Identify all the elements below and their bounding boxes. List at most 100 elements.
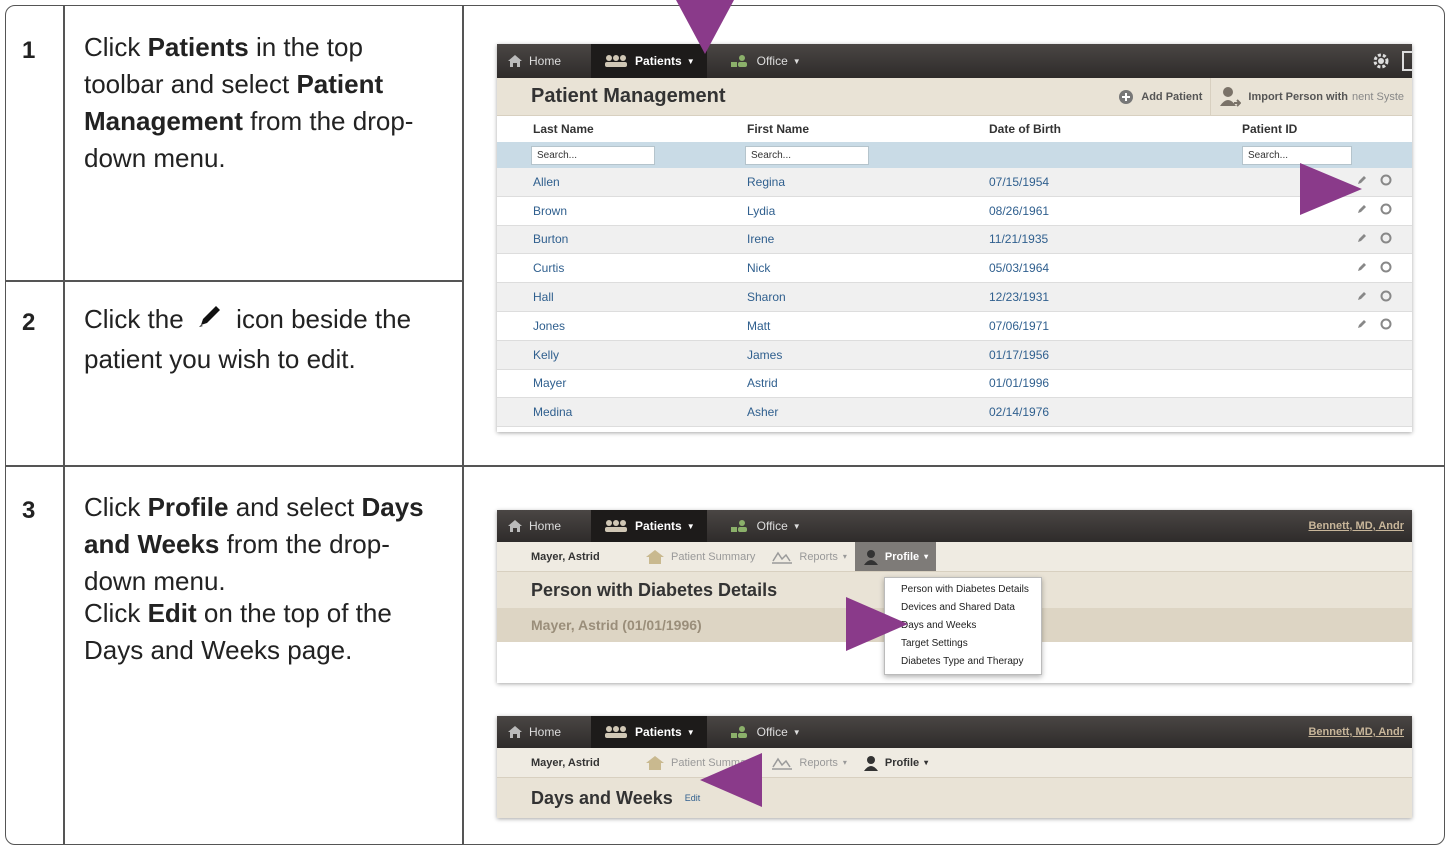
nav-patients[interactable]: Patients ▼ [591,510,707,542]
table-row[interactable]: Burton Irene 11/21/1935 [497,225,1412,255]
delete-icon[interactable] [1380,232,1392,247]
first-name-cell[interactable]: James [747,348,782,362]
menu-item-diabetes-type[interactable]: Diabetes Type and Therapy [885,653,1041,671]
first-name-cell[interactable]: Sharon [747,290,786,304]
edit-pencil-icon[interactable] [1356,261,1368,276]
dob-cell[interactable]: 12/23/1931 [989,290,1049,304]
dob-cell[interactable]: 01/01/1996 [989,376,1049,390]
dob-cell[interactable]: 02/14/1976 [989,405,1049,419]
column-patient-id[interactable]: Patient ID [1242,122,1297,136]
nav-home-label: Home [529,519,562,533]
gear-icon[interactable] [1372,52,1390,70]
step-text-bold: Profile [147,492,229,522]
table-row[interactable]: Hall Sharon 12/23/1931 [497,283,1412,312]
user-link[interactable]: Bennett, MD, Andr [1308,726,1412,738]
first-name-cell[interactable]: Asher [747,405,778,419]
first-name-cell[interactable]: Regina [747,175,785,189]
column-first-name[interactable]: First Name [747,122,809,136]
nav-office-label: Office [756,725,788,739]
import-person-label: Import Person with [1248,91,1349,103]
column-divider [462,6,464,844]
nav-office[interactable]: Office ▼ [717,510,813,542]
dob-cell[interactable]: 08/26/1961 [989,204,1049,218]
first-name-search-input[interactable]: Search... [745,145,869,165]
import-person-button[interactable]: Import Person with nent Syste [1210,78,1412,116]
menu-item-days-and-weeks[interactable]: Days and Weeks [885,617,1041,635]
table-row[interactable]: Curtis Nick 05/03/1964 [497,254,1412,284]
add-patient-label: Add Patient [1141,91,1203,103]
callout-arrow-right [846,597,908,651]
column-divider [63,6,65,844]
delete-icon[interactable] [1380,261,1392,276]
add-patient-button[interactable]: Add Patient [1110,78,1210,116]
office-icon [729,725,751,739]
last-name-cell[interactable]: Kelly [533,348,559,362]
first-name-cell[interactable]: Matt [747,319,770,333]
last-name-cell[interactable]: Curtis [533,261,564,275]
table-row[interactable]: Allen Regina 07/15/1954 [497,168,1412,197]
table-row[interactable]: Kelly James 01/17/1956 [497,340,1412,370]
user-link[interactable]: Bennett, MD, Andr [1308,520,1412,532]
nav-office[interactable]: Office ▼ [717,716,813,748]
dob-cell[interactable]: 07/06/1971 [989,319,1049,333]
delete-icon[interactable] [1380,203,1392,218]
reports-tab[interactable]: Reports ▾ [763,748,855,777]
delete-icon[interactable] [1380,174,1392,189]
caret-down-icon: ▾ [842,758,847,767]
menu-item-person-details[interactable]: Person with Diabetes Details [885,581,1041,599]
reports-tab[interactable]: Reports ▾ [763,542,855,571]
profile-tab[interactable]: Profile ▾ [854,542,937,571]
nav-home[interactable]: Home [497,44,573,78]
last-name-search-input[interactable]: Search... [531,145,655,165]
days-and-weeks-screenshot: Home Patients ▼ Office ▼ Bennett, MD, Andr… [497,716,1412,818]
last-name-cell[interactable]: Hall [533,290,554,304]
patient-id-search-input[interactable]: Search... [1242,145,1352,165]
first-name-cell[interactable]: Astrid [747,376,778,390]
dob-cell[interactable]: 11/21/1935 [989,232,1048,246]
nav-home-label: Home [529,54,562,68]
edit-pencil-icon[interactable] [1356,232,1368,247]
first-name-cell[interactable]: Nick [747,261,770,275]
table-row[interactable]: Medina Asher 02/14/1976 [497,398,1412,428]
column-last-name[interactable]: Last Name [533,122,594,136]
last-name-cell[interactable]: Mayer [533,376,566,390]
last-name-cell[interactable]: Burton [533,232,568,246]
top-toolbar: Home Patients ▼ Office ▼ Bennett, MD, Andr [497,716,1412,748]
last-name-cell[interactable]: Medina [533,405,572,419]
patient-subnav: Mayer, Astrid Patient Summary Reports ▾ P… [497,748,1412,778]
dob-cell[interactable]: 05/03/1964 [989,261,1049,275]
delete-icon[interactable] [1380,290,1392,305]
table-row[interactable]: Jones Matt 07/06/1971 [497,312,1412,341]
table-row[interactable]: Mayer Astrid 01/01/1996 [497,370,1412,399]
step-3-text-2: Click Edit on the top of the Days and We… [84,595,444,669]
table-row[interactable]: Brown Lydia 08/26/1961 [497,197,1412,226]
import-person-label-cut: nent Syste [1352,91,1404,103]
reports-icon [771,549,793,565]
last-name-cell[interactable]: Allen [533,175,560,189]
last-name-cell[interactable]: Brown [533,204,567,218]
step-text-part: Click [84,492,148,522]
profile-menu-screenshot: Home Patients ▼ Office ▼ Bennett, MD, Andr… [497,510,1412,683]
dob-cell[interactable]: 07/15/1954 [989,175,1049,189]
dob-cell[interactable]: 01/17/1956 [989,348,1049,362]
delete-icon[interactable] [1380,318,1392,333]
profile-tab[interactable]: Profile ▾ [855,748,936,777]
menu-item-devices[interactable]: Devices and Shared Data [885,599,1041,617]
first-name-cell[interactable]: Lydia [747,204,775,218]
patient-summary-label: Patient Summary [671,550,756,563]
window-icon[interactable] [1402,51,1412,71]
nav-home[interactable]: Home [497,510,573,542]
column-date-of-birth[interactable]: Date of Birth [989,122,1061,136]
row-actions [1356,290,1392,305]
menu-item-target-settings[interactable]: Target Settings [885,635,1041,653]
last-name-cell[interactable]: Jones [533,319,565,333]
edit-link[interactable]: Edit [685,793,701,803]
edit-pencil-icon[interactable] [1356,318,1368,333]
nav-patients[interactable]: Patients ▼ [591,716,707,748]
first-name-cell[interactable]: Irene [747,232,774,246]
table-header: Last Name First Name Date of Birth Patie… [497,116,1412,142]
nav-home[interactable]: Home [497,716,573,748]
top-toolbar: Home Patients ▼ Office ▼ [497,44,1412,78]
edit-pencil-icon[interactable] [1356,290,1368,305]
patient-summary-tab[interactable]: Patient Summary [637,542,763,571]
